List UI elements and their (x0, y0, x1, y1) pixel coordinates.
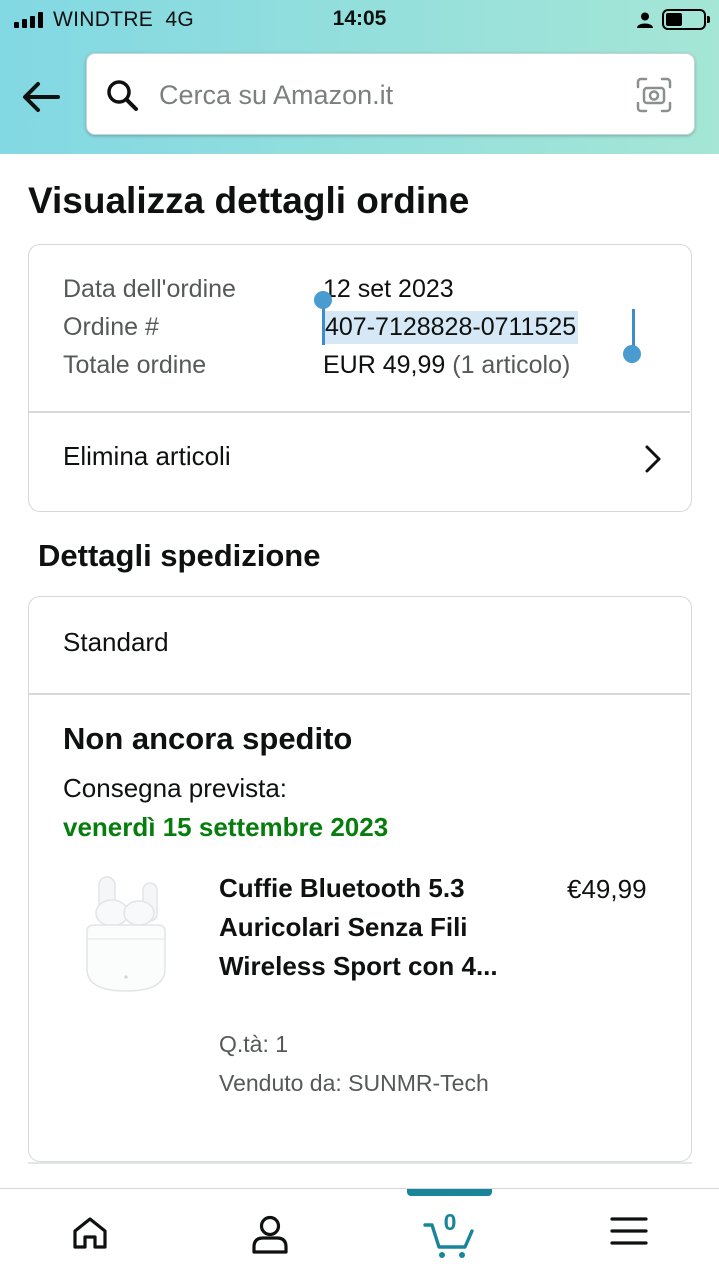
product-quantity: Q.tà: 1 (219, 1031, 289, 1057)
product-image[interactable] (77, 869, 173, 1001)
status-bar: WINDTRE 4G 14:05 (0, 0, 719, 40)
menu-icon (610, 1217, 648, 1245)
delivery-date: venerdì 15 settembre 2023 (63, 812, 389, 842)
order-summary-card: Data dell'ordine 12 set 2023 Ordine # 40… (28, 244, 692, 512)
home-icon (73, 1217, 107, 1249)
cart-count: 0 (443, 1209, 457, 1235)
card-divider (29, 693, 690, 695)
search-icon (107, 80, 138, 111)
shipping-method: Standard (63, 627, 169, 657)
selection-end-handle[interactable] (623, 345, 641, 363)
search-placeholder[interactable]: Cerca su Amazon.it (159, 80, 393, 111)
person-icon (637, 12, 653, 28)
battery-icon (662, 9, 710, 30)
nav-cart[interactable]: 0 (395, 1189, 505, 1280)
selection-end-caret[interactable] (632, 309, 635, 349)
status-time: 14:05 (332, 7, 387, 30)
shipment-status: Non ancora spedito (63, 721, 353, 756)
shipping-card: Standard Non ancora spedito Consegna pre… (28, 596, 692, 1162)
order-total-amount: EUR 49,99 (323, 351, 446, 379)
product-price: €49,99 (567, 874, 647, 904)
account-icon (252, 1215, 288, 1254)
selection-start-handle[interactable] (314, 291, 332, 309)
order-number-label: Ordine # (63, 313, 159, 341)
shipping-section-title: Dettagli spedizione (38, 538, 321, 573)
product-seller: Venduto da: SUNMR-Tech (219, 1070, 489, 1096)
app-header: WINDTRE 4G 14:05 Cerca su Amazon.it (0, 0, 719, 154)
order-total-value: EUR 49,99 (1 articolo) (323, 351, 570, 380)
order-total-label: Totale ordine (63, 351, 207, 379)
order-date-label: Data dell'ordine (63, 275, 236, 303)
bottom-nav: 0 (0, 1188, 719, 1280)
delete-items-link[interactable]: Elimina articoli (63, 441, 231, 472)
search-bar[interactable]: Cerca su Amazon.it (86, 53, 695, 135)
back-arrow-icon[interactable] (18, 74, 64, 120)
order-number-value[interactable]: 407-7128828-0711525 (323, 311, 579, 344)
card-divider (29, 411, 690, 413)
product-title[interactable]: Cuffie Bluetooth 5.3 Auricolari Senza Fi… (219, 869, 519, 986)
camera-search-icon[interactable] (635, 76, 673, 114)
delivery-label: Consegna prevista: (63, 773, 288, 803)
order-date-value: 12 set 2023 (323, 275, 454, 303)
nav-account[interactable] (215, 1189, 325, 1280)
chevron-right-icon[interactable] (642, 443, 664, 475)
section-divider (28, 1162, 692, 1164)
page-title: Visualizza dettagli ordine (28, 180, 470, 221)
order-total-items: (1 articolo) (452, 351, 571, 379)
nav-home[interactable] (35, 1189, 145, 1280)
nav-menu[interactable] (574, 1189, 684, 1280)
